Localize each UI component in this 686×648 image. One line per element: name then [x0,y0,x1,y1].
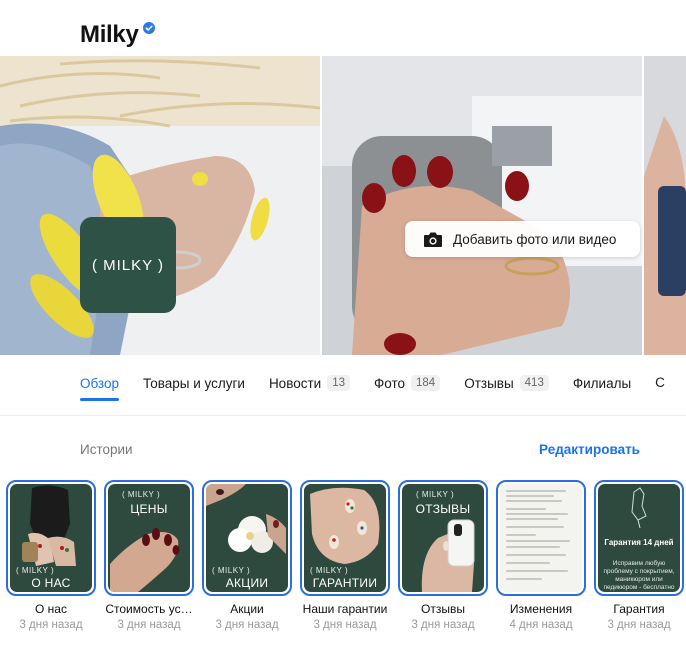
doc-line [506,534,536,536]
tab-label: Фото [374,375,406,391]
tab-count-badge: 413 [519,375,549,391]
story-about[interactable]: ( MILKY ) О НАС О нас 3 дня назад [6,480,96,631]
story-thumbnail: ( MILKY ) ОТЗЫВЫ [402,484,484,592]
tab-2[interactable]: Новости 13 [269,370,350,396]
gallery-photo-partial[interactable] [644,56,686,355]
business-header: Milky [80,18,155,52]
story-time: 3 дня назад [19,619,83,631]
story-guarantee[interactable]: Гарантия 14 дней Исправим любую проблему… [594,480,684,631]
story-thumbnail [500,484,582,592]
story-card-title: О НАС [31,576,71,590]
story-time: 3 дня назад [117,619,181,631]
story-ring [496,480,586,596]
story-name: Акции [230,602,264,616]
doc-line [506,508,546,510]
story-ring: ( MILKY ) ОТЗЫВЫ [398,480,488,596]
stories-section-label: Истории [80,442,133,457]
doc-line [506,554,566,556]
story-prices[interactable]: ( MILKY ) ЦЕНЫ Стоимость ус… 3 дня назад [104,480,194,631]
add-media-label: Добавить фото или видео [453,231,617,247]
story-thumbnail: Гарантия 14 дней Исправим любую проблему… [598,484,680,592]
story-card-brand: ( MILKY ) [16,566,55,575]
story-time: 3 дня назад [313,619,377,631]
doc-line [506,570,568,572]
doc-line [506,518,558,520]
story-name: Гарантия [613,602,665,616]
story-time: 3 дня назад [607,619,671,631]
story-name: Стоимость ус… [105,602,193,616]
tab-1[interactable]: Товары и услуги [143,370,245,396]
tab-0[interactable]: Обзор [80,370,119,401]
story-ring: ( MILKY ) ГАРАНТИИ [300,480,390,596]
story-thumbnail: ( MILKY ) АКЦИИ [206,484,288,592]
gallery-photo-red-nails[interactable] [322,56,642,355]
business-logo: ( MILKY ) [80,217,176,313]
story-time: 4 дня назад [509,619,573,631]
story-name: Отзывы [421,602,465,616]
story-name: Изменения [509,602,573,616]
tab-3[interactable]: Фото 184 [374,370,441,396]
story-reviews[interactable]: ( MILKY ) ОТЗЫВЫ Отзывы 3 дня назад [398,480,488,631]
doc-line [506,500,562,502]
tab-label: Новости [268,375,322,391]
story-card-title: ГАРАНТИИ [312,576,378,590]
story-card-text: Исправим любую проблему с покрытием, ман… [603,560,675,591]
tab-count-badge: 13 [327,375,350,391]
doc-line [506,546,560,548]
story-card-brand: ( MILKY ) [212,566,251,575]
story-changes[interactable]: Изменения 4 дня назад [496,480,586,631]
verified-badge-icon [142,22,155,34]
tab-label: Филиалы [572,375,632,391]
story-card-title: Гарантия 14 дней [604,538,674,547]
story-name: Наши гарантии [302,602,388,616]
story-card-title: АКЦИИ [225,576,269,590]
story-time: 3 дня назад [411,619,475,631]
stories-list: ( MILKY ) О НАС О нас 3 дня назад ( MILK… [6,480,686,640]
business-title: Milky [80,21,139,48]
doc-line [506,526,564,528]
doc-line [506,490,566,492]
edit-stories-link[interactable]: Редактировать [539,442,640,457]
story-guarantees[interactable]: ( MILKY ) ГАРАНТИИ Наши гарантии 3 дня н… [300,480,390,631]
story-promotions[interactable]: ( MILKY ) АКЦИИ Акции 3 дня назад [202,480,292,631]
tab-5[interactable]: Филиалы [573,370,631,396]
story-card-brand: ( MILKY ) [310,566,349,575]
tab-4[interactable]: Отзывы 413 [464,370,549,396]
story-ring: ( MILKY ) АКЦИИ [202,480,292,596]
doc-line [506,513,568,515]
story-thumbnail: ( MILKY ) О НАС [10,484,92,592]
doc-line [506,495,554,497]
doc-line [506,578,542,580]
story-ring: ( MILKY ) О НАС [6,480,96,596]
tab-label: Товары и услуги [143,375,245,391]
section-tabs: Обзор Товары и услуги Новости 13 Фото 184 Отзы… [80,370,665,410]
tab-count-badge: 184 [411,375,441,391]
story-ring: ( MILKY ) ЦЕНЫ [104,480,194,596]
tab-label: Обзор [80,375,119,391]
story-ring: Гарантия 14 дней Исправим любую проблему… [594,480,684,596]
tab-overflow-partial[interactable]: С [655,375,665,390]
story-name: О нас [35,602,67,616]
camera-icon [424,232,442,247]
add-photo-video-button[interactable]: Добавить фото или видео [405,221,640,257]
story-thumbnail: ( MILKY ) ЦЕНЫ [108,484,190,592]
story-thumbnail: ( MILKY ) ГАРАНТИИ [304,484,386,592]
doc-line [506,562,550,564]
doc-line [506,540,570,542]
tabs-divider [0,415,686,416]
photo-gallery[interactable]: ( MILKY ) [0,56,686,355]
story-time: 3 дня назад [215,619,279,631]
tab-label: Отзывы [464,375,514,391]
logo-text: ( MILKY ) [91,256,165,274]
